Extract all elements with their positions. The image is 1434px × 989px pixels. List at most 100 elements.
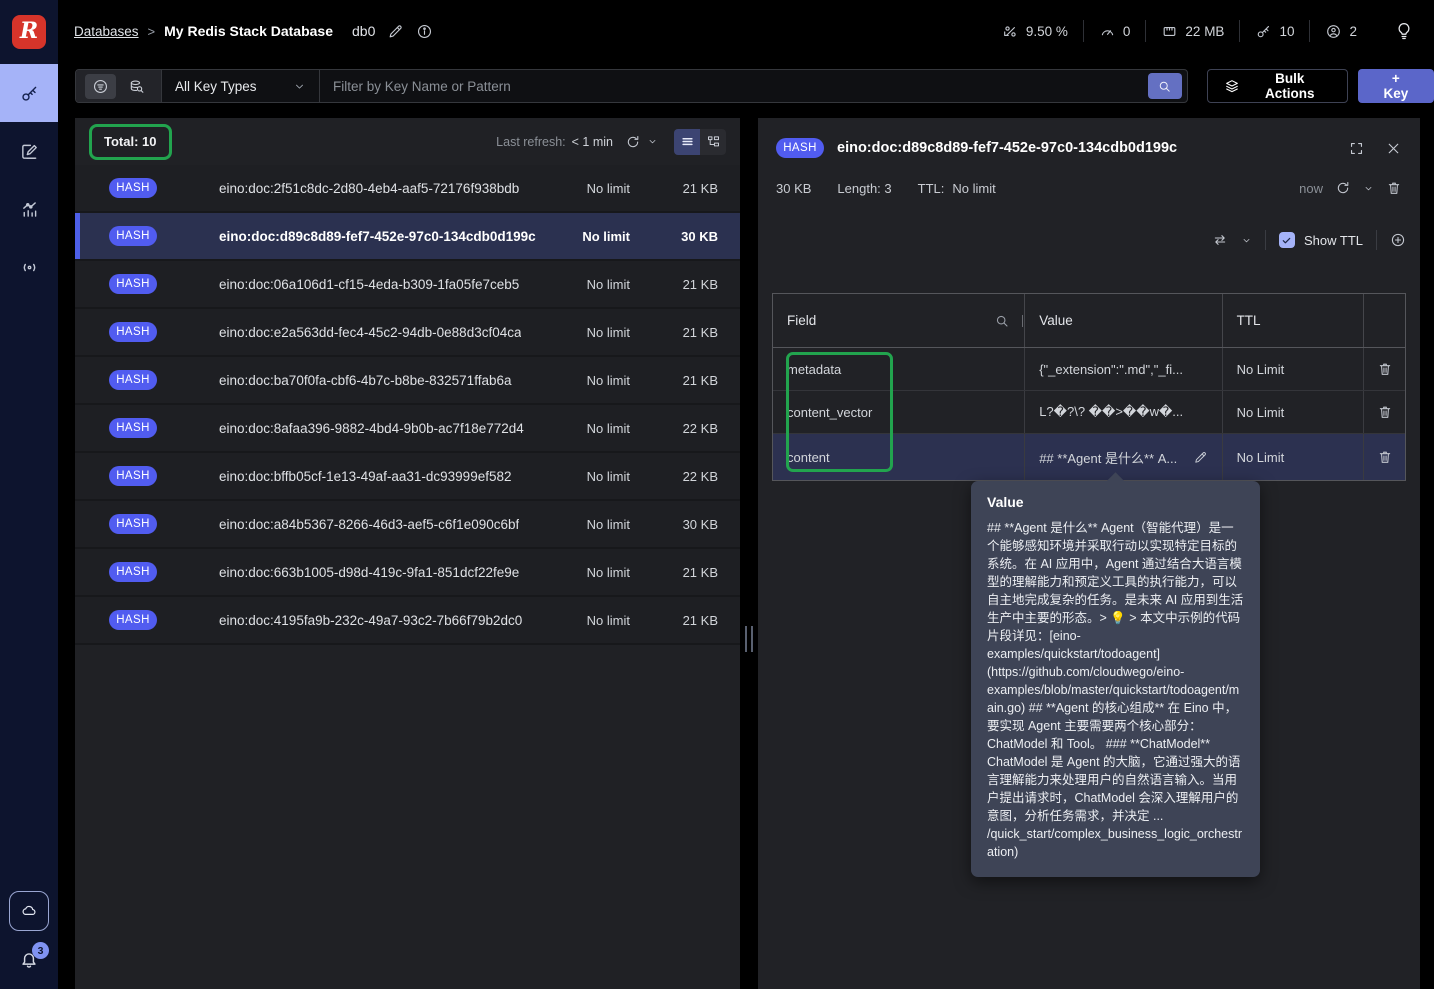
delete-field-button[interactable]	[1377, 361, 1393, 377]
db-info-button[interactable]	[416, 23, 433, 40]
notifications-button[interactable]: 3	[18, 942, 49, 971]
panel-resize-handle[interactable]	[745, 626, 753, 652]
value-cell: {"_extension":".md","_fi...	[1025, 348, 1223, 390]
info-icon	[416, 23, 433, 40]
search-button[interactable]	[1147, 73, 1182, 99]
cloud-button[interactable]	[9, 891, 49, 931]
actions-cell	[1364, 348, 1405, 390]
field-value[interactable]: L?�?\? ��>��w�...	[1039, 404, 1183, 420]
delete-field-button[interactable]	[1377, 449, 1393, 465]
stat-keys-value: 10	[1279, 23, 1295, 39]
field-value[interactable]: ## **Agent 是什么** A...	[1039, 448, 1177, 467]
key-row[interactable]: HASH eino:doc:ba70f0fa-cbf6-4b7c-b8be-83…	[75, 357, 740, 405]
key-ttl: No limit	[586, 324, 630, 340]
tree-view-button[interactable]	[700, 129, 726, 155]
breadcrumb-databases[interactable]: Databases	[74, 24, 139, 39]
insights-button[interactable]	[1394, 21, 1414, 41]
scan-mode-button[interactable]	[121, 74, 152, 99]
sidebar-item-browser[interactable]	[0, 64, 58, 122]
field-row[interactable]: metadata {"_extension":".md","_fi... No …	[773, 348, 1405, 391]
key-row[interactable]: HASH eino:doc:4195fa9b-232c-49a7-93c2-7b…	[75, 597, 740, 645]
field-name: metadata	[787, 361, 842, 377]
field-ttl[interactable]: No Limit	[1237, 450, 1285, 465]
last-refresh-now: now	[1299, 180, 1323, 196]
chevron-down-icon	[1363, 183, 1374, 194]
redis-logo[interactable]: R	[0, 0, 58, 64]
refresh-icon	[625, 134, 641, 150]
close-icon	[1385, 140, 1402, 157]
key-type-badge: HASH	[109, 514, 157, 534]
filter-mode-button[interactable]	[85, 73, 116, 99]
pencil-icon	[387, 23, 404, 40]
key-row[interactable]: HASH eino:doc:2f51c8dc-2d80-4eb4-aaf5-72…	[75, 165, 740, 213]
sidebar-item-analytics[interactable]	[0, 180, 58, 238]
delete-key-button[interactable]	[1386, 180, 1402, 196]
key-row[interactable]: HASH eino:doc:663b1005-d98d-419c-9fa1-85…	[75, 549, 740, 597]
format-switch-button[interactable]	[1212, 232, 1228, 248]
sidebar-item-pubsub[interactable]	[0, 238, 58, 296]
refresh-key-options-button[interactable]	[1363, 183, 1374, 194]
key-row-selected[interactable]: HASH eino:doc:d89c8d89-fef7-452e-97c0-13…	[75, 213, 740, 261]
ttl-column-label: TTL	[1236, 313, 1261, 328]
search-icon	[1157, 79, 1172, 94]
bulk-actions-button[interactable]: Bulk Actions	[1206, 69, 1348, 103]
add-key-button[interactable]: + Key	[1357, 69, 1434, 103]
key-name: eino:doc:bffb05cf-1e13-49af-aa31-dc93999…	[219, 468, 512, 484]
view-toggle	[674, 128, 726, 155]
field-ttl[interactable]: No Limit	[1237, 362, 1285, 377]
key-row[interactable]: HASH eino:doc:a84b5367-8266-46d3-aef5-c6…	[75, 501, 740, 549]
field-search-button[interactable]	[994, 313, 1010, 329]
last-refresh-label: Last refresh:	[496, 134, 566, 149]
key-size: 30 KB	[681, 228, 718, 244]
refresh-keys-button[interactable]	[625, 134, 641, 150]
header-cell-field: Field	[773, 294, 1026, 347]
cloud-icon	[20, 902, 38, 920]
toolbar-divider	[1376, 230, 1377, 250]
edit-db-alias-button[interactable]	[387, 23, 404, 40]
key-ttl-value[interactable]: No limit	[952, 181, 995, 196]
panel-gutter	[740, 118, 758, 989]
field-value[interactable]: {"_extension":".md","_fi...	[1039, 362, 1183, 377]
refresh-key-button[interactable]	[1335, 180, 1351, 196]
refresh-options-button[interactable]	[647, 136, 658, 147]
trash-icon	[1377, 449, 1393, 465]
key-row[interactable]: HASH eino:doc:bffb05cf-1e13-49af-aa31-dc…	[75, 453, 740, 501]
show-ttl-checkbox[interactable]	[1278, 232, 1295, 248]
key-size: 21 KB	[682, 276, 718, 292]
db-index: db0	[352, 23, 376, 39]
list-view-icon	[680, 134, 695, 149]
expand-icon	[1348, 140, 1365, 157]
key-row[interactable]: HASH eino:doc:8afaa396-9882-4bd4-9b0b-ac…	[75, 405, 740, 453]
list-view-button[interactable]	[674, 128, 700, 155]
field-row-hovered[interactable]: content ## **Agent 是什么** A... No Limit	[773, 434, 1405, 480]
key-name: eino:doc:663b1005-d98d-419c-9fa1-851dcf2…	[219, 564, 520, 580]
stat-cpu: 9.50 %	[987, 23, 1083, 40]
key-summary-actions: now	[1299, 180, 1402, 196]
search-icon	[994, 313, 1010, 329]
key-ttl: No limit	[586, 468, 630, 484]
sidebar-item-workbench[interactable]	[0, 122, 58, 180]
stat-commands-value: 0	[1122, 23, 1131, 39]
key-type-select[interactable]: All Key Types	[162, 70, 320, 102]
close-details-button[interactable]	[1385, 140, 1402, 157]
search-input[interactable]	[320, 70, 1148, 102]
redis-logo-glyph: R	[19, 18, 39, 44]
redis-logo-tile: R	[12, 15, 46, 49]
filter-icon	[92, 78, 109, 95]
key-row[interactable]: HASH eino:doc:e2a563dd-fec4-45c2-94db-0e…	[75, 309, 740, 357]
header-cell-ttl: TTL	[1223, 294, 1365, 347]
topbar: Databases > My Redis Stack Database db0 …	[58, 0, 1434, 62]
key-row[interactable]: HASH eino:doc:06a106d1-cf15-4eda-b309-1f…	[75, 261, 740, 309]
format-options-button[interactable]	[1241, 235, 1252, 246]
field-ttl[interactable]: No Limit	[1237, 405, 1285, 420]
field-row[interactable]: content_vector L?�?\? ��>��w�... No Limi…	[773, 391, 1405, 434]
sidebar: R 3	[0, 0, 58, 989]
trash-icon	[1377, 361, 1393, 377]
key-ttl: No limit	[582, 228, 630, 244]
add-field-button[interactable]	[1390, 232, 1406, 248]
key-size: 22 KB	[682, 420, 718, 436]
edit-value-button[interactable]	[1193, 450, 1208, 465]
delete-field-button[interactable]	[1377, 404, 1393, 420]
total-keys-label: Total: 10	[104, 133, 157, 149]
fullscreen-button[interactable]	[1348, 140, 1365, 157]
